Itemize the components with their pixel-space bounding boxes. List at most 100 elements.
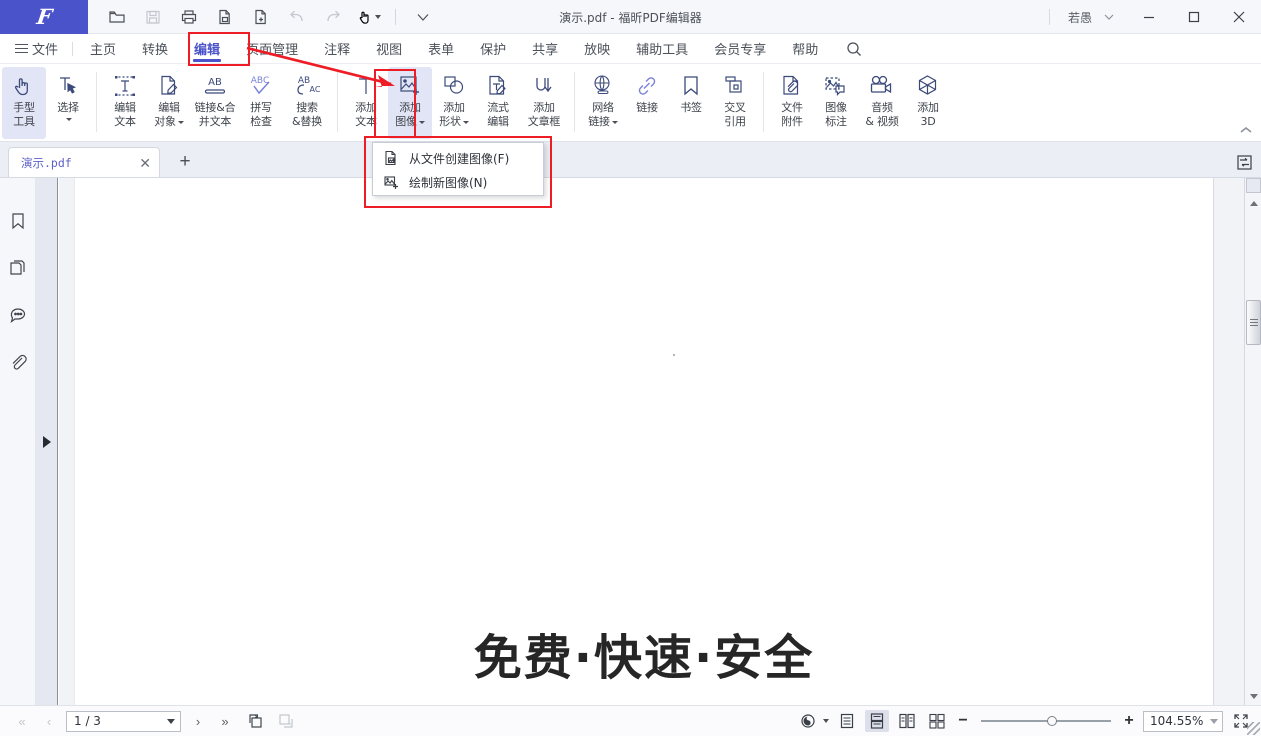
- previous-page-button[interactable]: ‹: [39, 711, 59, 731]
- user-name[interactable]: 若愚: [1068, 9, 1092, 26]
- two-page-continuous-view-icon[interactable]: [925, 710, 949, 732]
- hand-tool-caret[interactable]: [375, 14, 381, 19]
- menu-item-help[interactable]: 帮助: [779, 34, 831, 64]
- pdf-page[interactable]: 免费·快速·安全: [74, 178, 1214, 705]
- document-viewport[interactable]: 免费·快速·安全: [59, 178, 1244, 705]
- left-navigation-rail: [0, 178, 36, 705]
- print-icon[interactable]: [176, 4, 202, 30]
- rotate-view-caret[interactable]: [823, 719, 829, 723]
- zoom-in-button[interactable]: +: [1121, 713, 1137, 729]
- continuous-view-icon[interactable]: [865, 710, 889, 732]
- menu-item-file[interactable]: 文件: [28, 34, 68, 64]
- chevron-down-icon[interactable]: [167, 718, 175, 724]
- redo-icon[interactable]: [320, 4, 346, 30]
- open-icon[interactable]: [104, 4, 130, 30]
- fit-width-icon[interactable]: [275, 710, 297, 732]
- scroll-down-button[interactable]: [1245, 688, 1261, 705]
- ribbon-edit-object-caret[interactable]: [177, 120, 184, 124]
- ribbon-file-attachment-line2: 附件: [781, 115, 803, 128]
- new-tab-button[interactable]: +: [174, 150, 196, 172]
- ribbon-edit-object[interactable]: 编辑 对象: [147, 67, 191, 139]
- hamburger-icon[interactable]: [15, 43, 28, 54]
- last-page-button[interactable]: »: [215, 711, 235, 731]
- zoom-out-button[interactable]: −: [955, 713, 971, 729]
- fit-page-icon[interactable]: [244, 710, 266, 732]
- save-as-icon[interactable]: [212, 4, 238, 30]
- menu-bar: 文件 主页 转换 编辑 页面管理 注释 视图 表单 保护 共享 放映 辅助工具 …: [0, 34, 1261, 64]
- menu-item-create-image-from-file[interactable]: 从文件创建图像(F): [373, 146, 543, 170]
- window-resize-grip[interactable]: [1247, 722, 1260, 735]
- menu-item-present[interactable]: 放映: [571, 34, 623, 64]
- chevron-down-icon[interactable]: [1092, 0, 1126, 34]
- ribbon-add-3d[interactable]: 添加 3D: [906, 67, 950, 139]
- customize-icon[interactable]: [410, 4, 436, 30]
- ribbon-bookmark[interactable]: 书签: [669, 67, 713, 139]
- hand-tool-icon[interactable]: [356, 8, 381, 26]
- menu-item-protect[interactable]: 保护: [467, 34, 519, 64]
- vertical-scrollbar[interactable]: [1244, 178, 1261, 705]
- add-image-dropdown-menu[interactable]: 从文件创建图像(F) 绘制新图像(N): [372, 142, 544, 196]
- next-page-button[interactable]: ›: [188, 711, 208, 731]
- sidebar-expander[interactable]: [36, 178, 58, 705]
- ribbon-select-caret[interactable]: [65, 118, 72, 121]
- menu-item-comment[interactable]: 注释: [311, 34, 363, 64]
- ribbon-spell-check[interactable]: ABC 拼写 检查: [239, 67, 283, 139]
- ribbon-add-image-caret[interactable]: [418, 120, 425, 124]
- comment-icon[interactable]: [5, 302, 31, 328]
- menu-item-draw-new-image[interactable]: 绘制新图像(N): [373, 170, 543, 194]
- close-button[interactable]: [1216, 0, 1261, 34]
- single-page-view-icon[interactable]: [835, 710, 859, 732]
- hand-icon: [6, 71, 42, 101]
- zoom-slider-handle[interactable]: [1047, 715, 1057, 726]
- rotate-view-icon[interactable]: [796, 710, 820, 732]
- ribbon-add-article-box[interactable]: 添加 文章框: [520, 67, 568, 139]
- chevron-down-icon[interactable]: [1210, 718, 1218, 724]
- menu-item-share[interactable]: 共享: [519, 34, 571, 64]
- undo-icon[interactable]: [284, 4, 310, 30]
- ribbon-link-merge-text[interactable]: AB 链接&合 并文本: [191, 67, 239, 139]
- ribbon-add-shape-caret[interactable]: [462, 120, 469, 124]
- scrollbar-thumb[interactable]: [1246, 300, 1261, 345]
- document-tab[interactable]: 演示.pdf ✕: [8, 147, 160, 177]
- ribbon-link[interactable]: 链接: [625, 67, 669, 139]
- two-page-view-icon[interactable]: [895, 710, 919, 732]
- menu-item-page-management[interactable]: 页面管理: [233, 34, 311, 64]
- minimize-button[interactable]: [1126, 0, 1171, 34]
- save-icon[interactable]: [140, 4, 166, 30]
- page-number-select[interactable]: 1 / 3: [66, 710, 181, 732]
- ribbon-web-link[interactable]: 网络 链接: [581, 67, 625, 139]
- maximize-button[interactable]: [1171, 0, 1216, 34]
- scroll-up-button[interactable]: [1245, 195, 1261, 212]
- ribbon-add-text[interactable]: 添加 文本: [344, 67, 388, 139]
- pages-icon[interactable]: [5, 255, 31, 281]
- zoom-level-select[interactable]: 104.55%: [1143, 710, 1223, 732]
- search-icon[interactable]: [845, 40, 863, 58]
- menu-item-view[interactable]: 视图: [363, 34, 415, 64]
- panel-toggle-icon[interactable]: [1233, 151, 1255, 173]
- menu-item-home[interactable]: 主页: [77, 34, 129, 64]
- ribbon-select[interactable]: 选择: [46, 67, 90, 139]
- paperclip-icon[interactable]: [5, 349, 31, 375]
- menu-item-member[interactable]: 会员专享: [701, 34, 779, 64]
- ribbon-add-shape[interactable]: 添加 形状: [432, 67, 476, 139]
- ribbon-cross-reference[interactable]: 交叉 引用: [713, 67, 757, 139]
- ribbon-audio-video[interactable]: 音频 & 视频: [858, 67, 906, 139]
- ribbon-search-replace[interactable]: AB AC 搜索 &替换: [283, 67, 331, 139]
- ribbon-flow-edit[interactable]: 流式 编辑: [476, 67, 520, 139]
- menu-item-accessibility[interactable]: 辅助工具: [623, 34, 701, 64]
- menu-item-edit[interactable]: 编辑: [181, 34, 233, 64]
- bookmark-icon[interactable]: [5, 208, 31, 234]
- menu-item-convert[interactable]: 转换: [129, 34, 181, 64]
- new-file-icon[interactable]: [248, 4, 274, 30]
- ribbon-add-image[interactable]: 添加 图像: [388, 67, 432, 139]
- zoom-slider[interactable]: [981, 715, 1111, 726]
- ribbon-hand-tool[interactable]: 手型 工具: [2, 67, 46, 139]
- menu-item-form[interactable]: 表单: [415, 34, 467, 64]
- ribbon-image-annotation[interactable]: 图像 标注: [814, 67, 858, 139]
- close-icon[interactable]: ✕: [139, 156, 151, 170]
- chevron-up-icon[interactable]: [1239, 122, 1253, 140]
- ribbon-file-attachment[interactable]: 文件 附件: [770, 67, 814, 139]
- first-page-button[interactable]: «: [12, 711, 32, 731]
- ribbon-web-link-caret[interactable]: [611, 120, 618, 124]
- ribbon-edit-text[interactable]: 编辑 文本: [103, 67, 147, 139]
